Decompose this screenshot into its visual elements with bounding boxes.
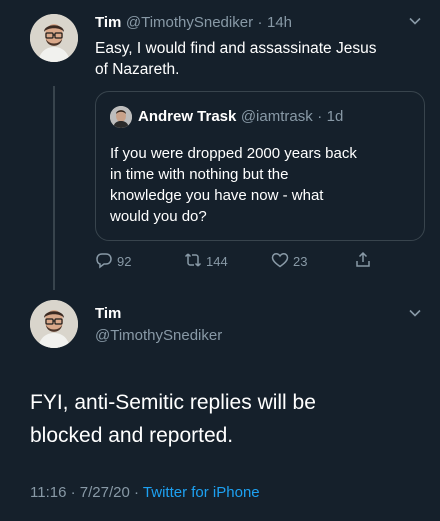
thread-line xyxy=(53,86,55,290)
tweet-text-line: Easy, I would find and assassinate Jesus xyxy=(95,40,377,57)
tweet-header: Tim @TimothySnediker · 14h xyxy=(95,14,292,32)
author-name[interactable]: Tim xyxy=(95,14,121,31)
share-button[interactable] xyxy=(354,251,372,272)
author-handle[interactable]: @TimothySnediker xyxy=(95,327,222,344)
quoted-text-line: would you do? xyxy=(110,208,207,225)
tweet-text-line: of Nazareth. xyxy=(95,61,180,78)
separator: · xyxy=(70,484,76,501)
quoted-avatar xyxy=(110,106,132,128)
tweet-time[interactable]: 14h xyxy=(267,14,292,31)
separator: · xyxy=(317,108,323,125)
quoted-text-line: If you were dropped 2000 years back xyxy=(110,145,357,162)
avatar[interactable] xyxy=(30,300,78,348)
like-icon xyxy=(271,251,289,272)
quoted-header: Andrew Trask @iamtrask · 1d xyxy=(138,108,343,126)
tweet-text-line: FYI, anti-Semitic replies will be xyxy=(30,391,316,414)
reply-icon xyxy=(95,251,113,272)
author-name[interactable]: Tim xyxy=(95,305,121,322)
tweet-date[interactable]: 7/27/20 xyxy=(80,484,130,501)
retweet-button[interactable]: 144 xyxy=(184,251,228,272)
tweet-meta: 11:16 · 7/27/20 · Twitter for iPhone xyxy=(30,484,260,501)
chevron-down-icon[interactable] xyxy=(408,14,422,28)
quoted-author-name[interactable]: Andrew Trask xyxy=(138,108,236,125)
reply-button[interactable]: 92 xyxy=(95,251,131,272)
tweet-source-link[interactable]: Twitter for iPhone xyxy=(143,484,260,501)
avatar[interactable] xyxy=(30,14,78,62)
author-handle[interactable]: @TimothySnediker xyxy=(126,14,253,31)
tweet-time[interactable]: 11:16 xyxy=(30,484,66,501)
tweet-text: Easy, I would find and assassinate Jesus… xyxy=(95,38,376,80)
quoted-handle[interactable]: @iamtrask xyxy=(241,108,313,125)
tweet-text: FYI, anti-Semitic replies will be blocke… xyxy=(30,386,316,452)
retweet-count: 144 xyxy=(206,254,228,269)
quoted-text-line: in time with nothing but the xyxy=(110,166,289,183)
retweet-icon xyxy=(184,251,202,272)
chevron-down-icon[interactable] xyxy=(408,306,422,320)
quoted-time: 1d xyxy=(326,108,344,125)
reply-count: 92 xyxy=(117,254,132,269)
tweet-text-line: blocked and reported. xyxy=(30,424,234,447)
share-icon xyxy=(354,251,372,272)
like-button[interactable]: 23 xyxy=(271,251,307,272)
separator: · xyxy=(257,14,263,31)
like-count: 23 xyxy=(293,254,308,269)
quoted-text: If you were dropped 2000 years back in t… xyxy=(110,143,357,227)
quoted-text-line: knowledge you have now - what xyxy=(110,187,324,204)
separator: · xyxy=(134,484,139,501)
